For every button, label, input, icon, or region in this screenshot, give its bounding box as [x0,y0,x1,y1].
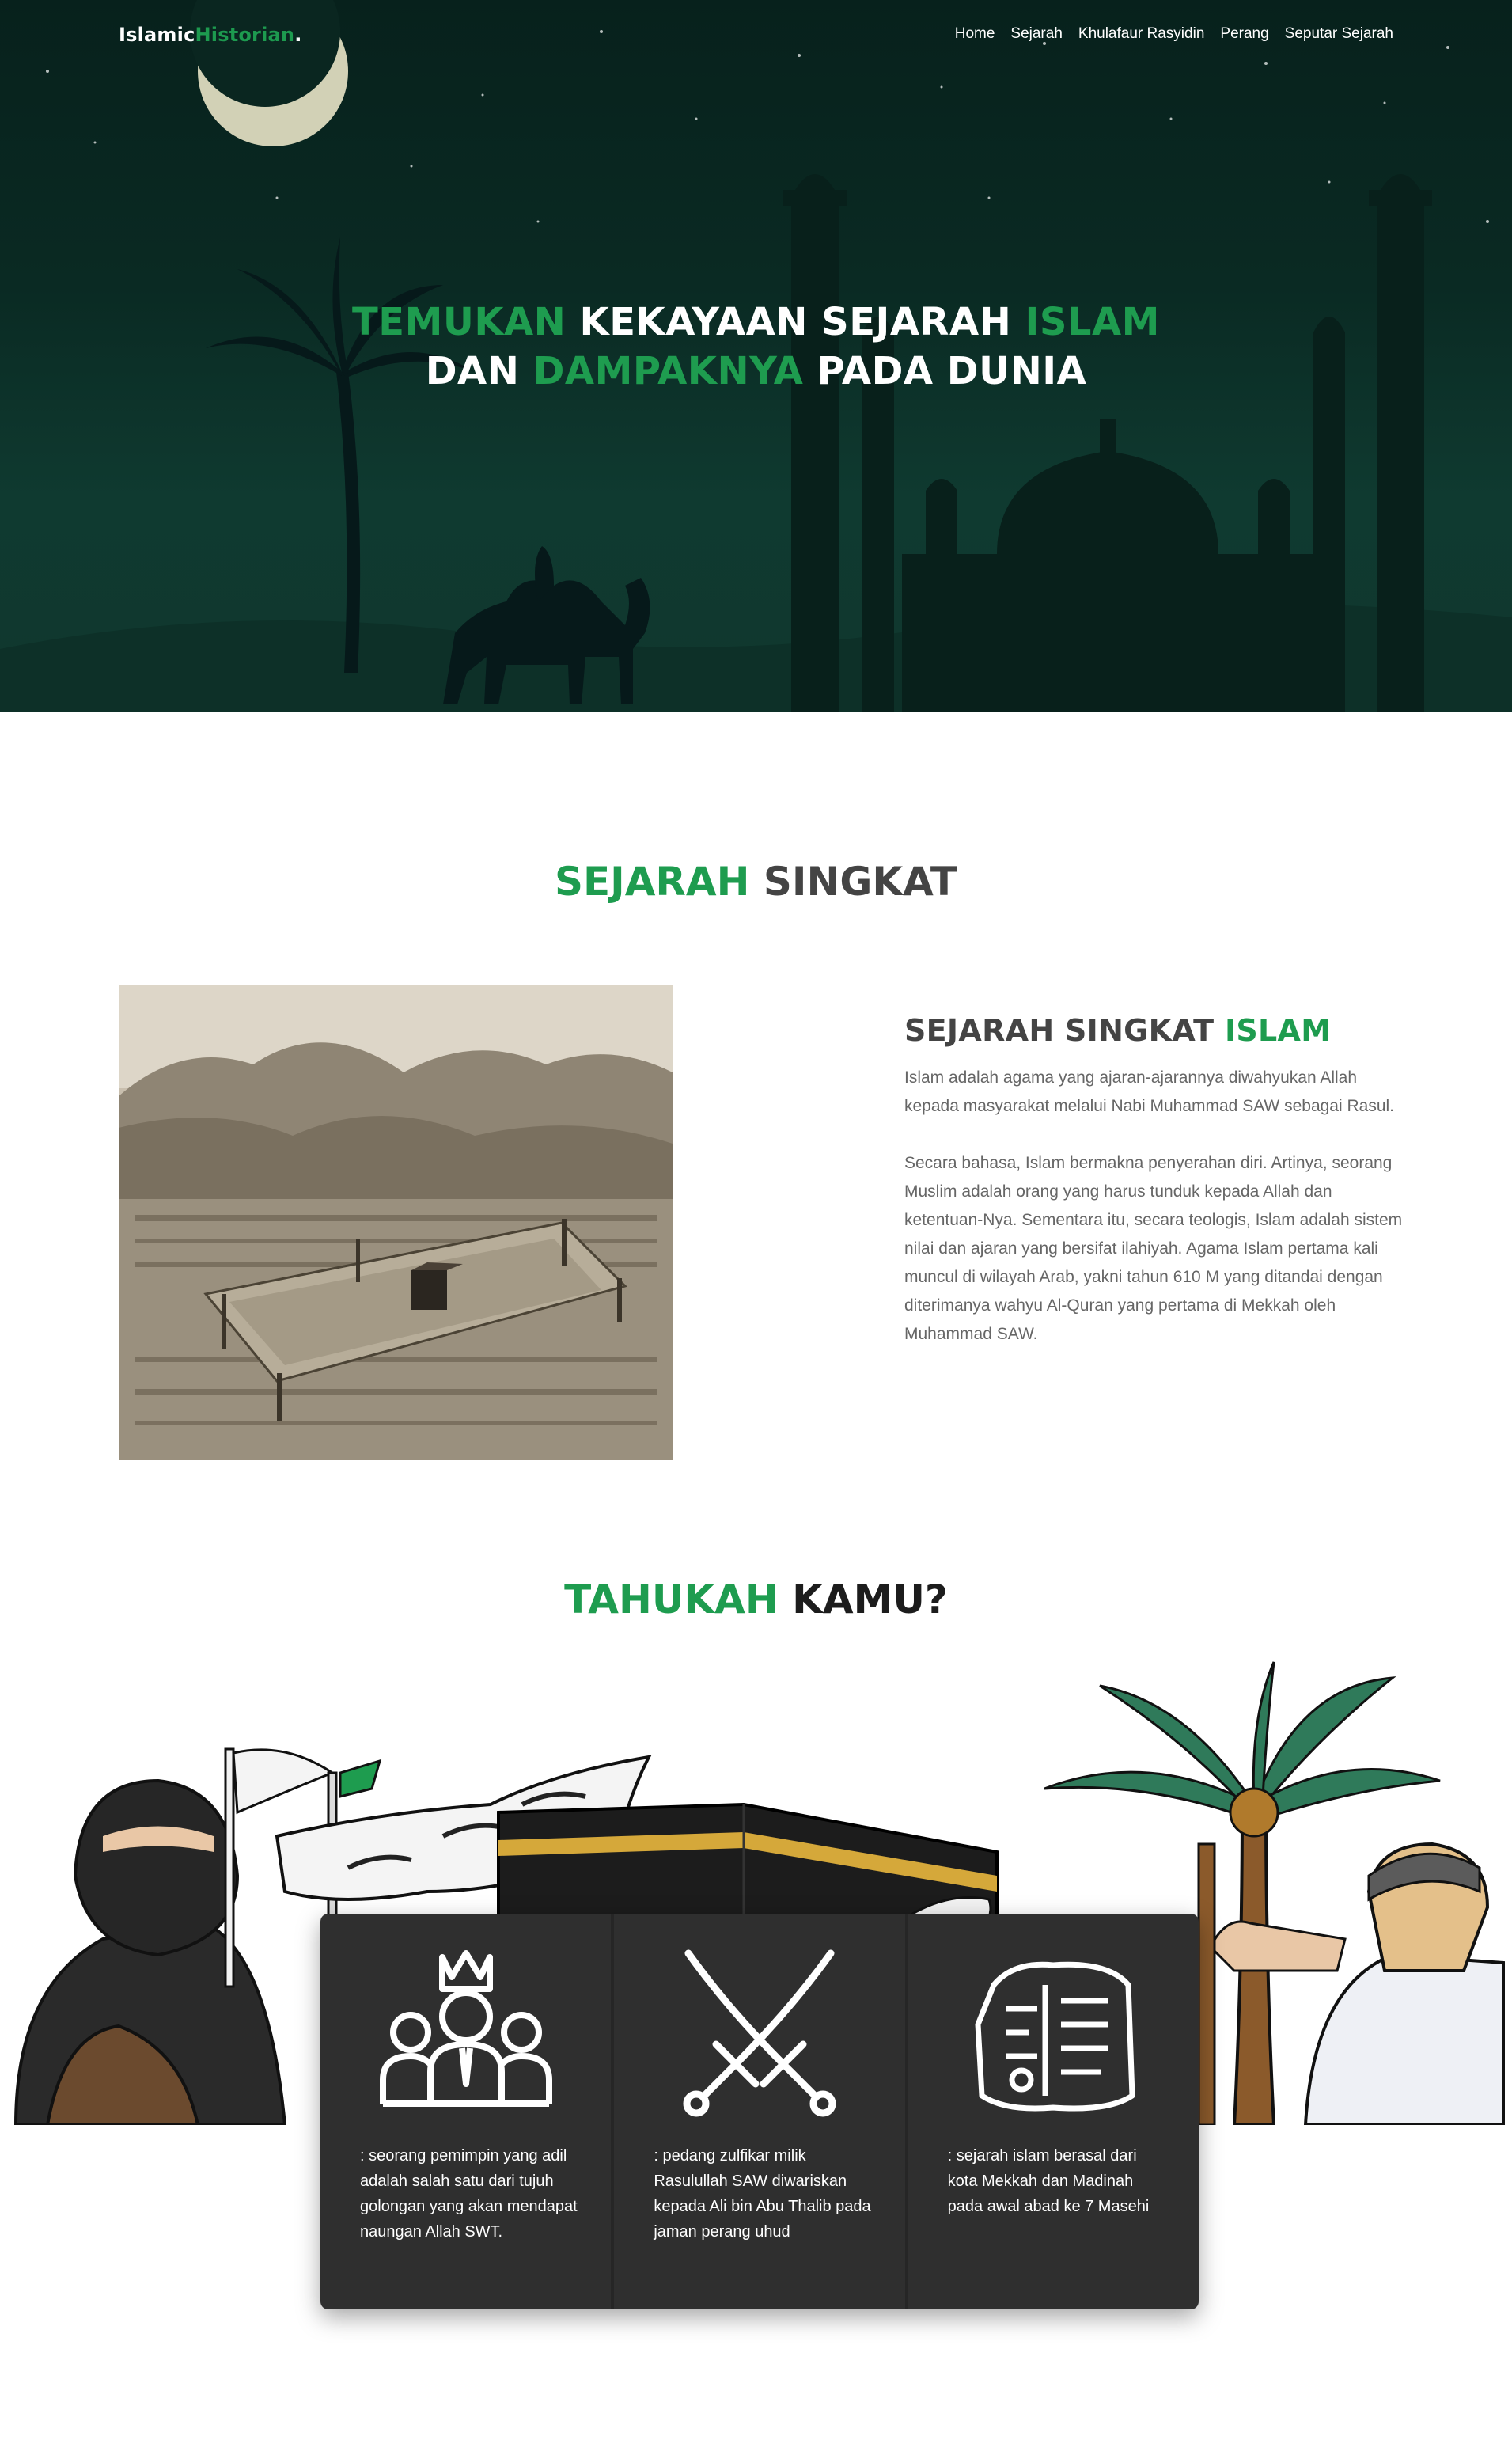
brand-logo[interactable]: IslamicHistorian. [119,24,302,46]
hero-word-dan: DAN [425,349,533,393]
crossed-swords-icon [683,1949,836,2117]
fact-card-1: : seorang pemimpin yang adil adalah sala… [320,1914,615,2309]
navbar: IslamicHistorian. Home Sejarah Khulafaur… [0,0,1512,71]
nav-link-home[interactable]: Home [955,25,995,43]
fact-card-2: : pedang zulfikar milik Rasulullah SAW d… [614,1914,908,2309]
hero-word-islam: ISLAM [1025,300,1160,344]
hero-word-dampaknya: DAMPAKNYA [532,349,804,393]
fact-card-3-text: : sejarah islam berasal dari kota Mekkah… [947,2147,1150,2215]
section-title-tahukah-kamu: TAHUKAH KAMU? [0,1577,1512,1622]
hero-line2-end: PADA DUNIA [803,349,1087,393]
section-title-sejarah-singkat: SEJARAH SINGKAT [0,859,1512,905]
ancient-tablet-icon [975,1961,1135,2112]
nav-link-perang[interactable]: Perang [1220,25,1268,43]
about-paragraph-2: Secara bahasa, Islam bermakna penyerahan… [904,1154,1403,1343]
facts-cards: : seorang pemimpin yang adil adalah sala… [320,1914,1199,2309]
mecca-engraving-image [119,985,673,1460]
fact-card-2-text: : pedang zulfikar milik Rasulullah SAW d… [654,2147,871,2241]
section-title-rest: SINGKAT [749,859,958,905]
about-paragraph-1: Islam adalah agama yang ajaran-ajarannya… [904,1068,1395,1115]
hero-banner: IslamicHistorian. Home Sejarah Khulafaur… [0,0,1512,712]
about-heading-green: ISLAM [1224,1013,1332,1048]
section-title-green: SEJARAH [554,859,750,905]
hero-title: TEMUKAN KEKAYAAN SEJARAH ISLAM DAN DAMPA… [0,298,1512,396]
warrior-left [13,1747,335,2125]
nav-link-seputar-sejarah[interactable]: Seputar Sejarah [1285,25,1393,43]
hero-word-temukan: TEMUKAN [352,300,567,344]
facts-title-green: TAHUKAH [564,1577,779,1622]
leaders-icon [379,1950,552,2107]
nav-menu: Home Sejarah Khulafaur Rasyidin Perang S… [955,25,1393,43]
nav-link-khulafaur-rasyidin[interactable]: Khulafaur Rasyidin [1078,25,1204,43]
about-heading-dark: SEJARAH SINGKAT [904,1013,1225,1048]
hero-line1-middle: KEKAYAAN SEJARAH [566,300,1025,344]
about-heading: SEJARAH SINGKAT ISLAM [904,1013,1411,1048]
facts-title-rest: KAMU? [778,1577,948,1622]
nav-link-sejarah[interactable]: Sejarah [1010,25,1063,43]
about-text-block: SEJARAH SINGKAT ISLAM Islam adalah agama… [904,1013,1411,1349]
brand-dot: . [294,24,302,46]
brand-part1: Islamic [119,24,195,46]
fact-card-3: : sejarah islam berasal dari kota Mekkah… [908,1914,1199,2309]
fact-card-1-text: : seorang pemimpin yang adil adalah sala… [360,2147,578,2241]
brand-part2: Historian [195,24,295,46]
